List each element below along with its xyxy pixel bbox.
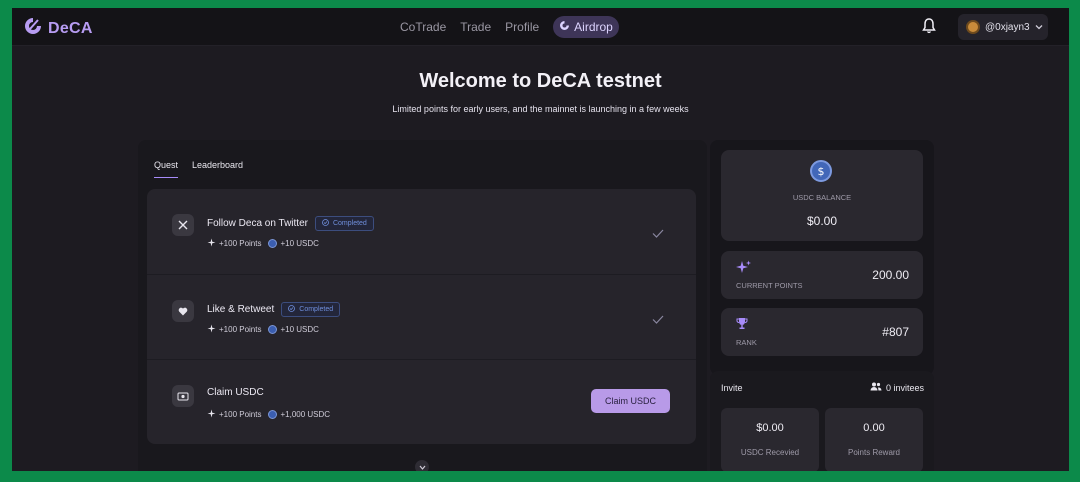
username: @0xjayn3 [985,21,1030,33]
points-reward-card: 0.00 Points Reward [825,408,923,471]
usdc-text: +10 USDC [280,325,319,334]
rank-value: #807 [882,325,909,339]
deca-logo-icon [24,17,42,40]
points-reward-label: Points Reward [847,448,901,457]
invitees-text: 0 invitees [885,382,924,393]
quest-title: Claim USDC [207,387,264,398]
airdrop-icon [559,20,570,34]
points-text: +100 Points [219,239,262,248]
nav-link-cotrade[interactable]: CoTrade [400,16,446,38]
status-text: Completed [332,220,367,227]
quest-title-text: Follow Deca on Twitter [207,218,308,229]
status-badge: Completed [314,216,374,231]
quest-claim-usdc: Claim USDC +100 Points +1,000 USDC Claim… [147,359,696,444]
usdc-received-card: $0.00 USDC Recevied [721,408,819,471]
quest-title: Follow Deca on Twitter Completed [207,216,374,231]
rank-card: RANK #807 [721,308,923,356]
cash-icon [172,385,194,407]
quest-list: Follow Deca on Twitter Completed +100 Po… [147,189,696,444]
quest-like-retweet: Like & Retweet Completed +100 Points +10… [147,274,696,359]
sparkle-icon [207,409,216,420]
quest-rewards: +100 Points +10 USDC [207,238,319,249]
usdc-reward: +1,000 USDC [268,410,330,419]
balance-label: USDC BALANCE [792,193,852,202]
logo[interactable]: DeCA [24,17,93,40]
sparkle-icon [207,324,216,335]
status-badge: Completed [281,302,341,317]
status-text: Completed [299,306,334,313]
invite-panel: Invite 0 invitees $0.00 USDC Recevied 0.… [710,371,934,471]
quest-panel: Quest Leaderboard Follow Deca on Twitter… [138,140,707,471]
current-points-card: CURRENT POINTS 200.00 [721,251,923,299]
usdc-icon [268,325,278,334]
points-value: 200.00 [872,268,909,282]
nav-links: CoTrade Trade Profile Airdrop [400,16,619,38]
logo-text: DeCA [48,19,93,37]
airdrop-label: Airdrop [574,20,613,34]
tab-quest[interactable]: Quest [154,160,179,178]
svg-text:$: $ [818,165,825,177]
nav-link-trade[interactable]: Trade [460,16,491,38]
points-text: +100 Points [219,410,262,419]
stats-panel: $ USDC BALANCE $0.00 CURRENT POINTS 200.… [710,140,934,375]
top-nav: DeCA CoTrade Trade Profile Airdrop @0xja… [12,8,1069,46]
avatar [966,20,980,34]
users-icon [870,382,882,393]
check-circle-icon [288,305,296,314]
invite-title: Invite [721,383,743,393]
usdc-text: +1,000 USDC [280,410,331,419]
usdc-coin-icon: $ [810,160,832,182]
usdc-received-value: $0.00 [756,422,784,434]
points-reward: +100 Points [207,238,261,249]
nav-link-profile[interactable]: Profile [505,16,539,38]
rank-label: RANK [736,338,757,347]
quest-title-text: Claim USDC [207,387,264,398]
usdc-balance-card: $ USDC BALANCE $0.00 [721,150,923,241]
quest-title-text: Like & Retweet [207,304,275,315]
user-menu[interactable]: @0xjayn3 [958,14,1048,40]
points-reward: +100 Points [207,324,261,335]
points-label: CURRENT POINTS [736,281,803,290]
checkmark-icon [652,311,664,329]
points-text: +100 Points [219,325,262,334]
usdc-reward: +10 USDC [268,325,319,334]
check-circle-icon [322,219,329,228]
quest-title: Like & Retweet Completed [207,302,341,317]
usdc-text: +10 USDC [280,239,319,248]
x-logo-icon [172,214,194,236]
points-reward: +100 Points [207,409,261,420]
quest-rewards: +100 Points +10 USDC [207,324,319,335]
quest-rewards: +100 Points +1,000 USDC [207,409,330,420]
nav-link-airdrop[interactable]: Airdrop [553,16,619,38]
checkmark-icon [652,225,664,243]
tab-leaderboard[interactable]: Leaderboard [192,160,243,178]
usdc-icon [268,410,278,419]
usdc-received-label: USDC Recevied [740,448,800,457]
heart-icon [172,300,194,322]
notification-bell-icon[interactable] [922,18,936,39]
balance-value: $0.00 [806,214,838,228]
usdc-icon [268,239,278,248]
quest-follow-twitter: Follow Deca on Twitter Completed +100 Po… [147,189,696,274]
sparkles-icon [736,260,752,279]
sparkle-icon [207,238,216,249]
usdc-reward: +10 USDC [268,239,319,248]
chevron-down-icon [1035,22,1043,33]
invitees-count[interactable]: 0 invitees [870,382,924,393]
tab-bar: Quest Leaderboard [154,160,243,178]
app-window: DeCA CoTrade Trade Profile Airdrop @0xja… [12,8,1069,471]
points-reward-value: 0.00 [863,422,885,434]
claim-usdc-button[interactable]: Claim USDC [591,389,670,413]
page-title: Welcome to DeCA testnet [419,70,662,92]
scroll-down-icon[interactable] [415,460,429,471]
trophy-icon [736,317,748,335]
page-subtitle: Limited points for early users, and the … [392,104,689,114]
